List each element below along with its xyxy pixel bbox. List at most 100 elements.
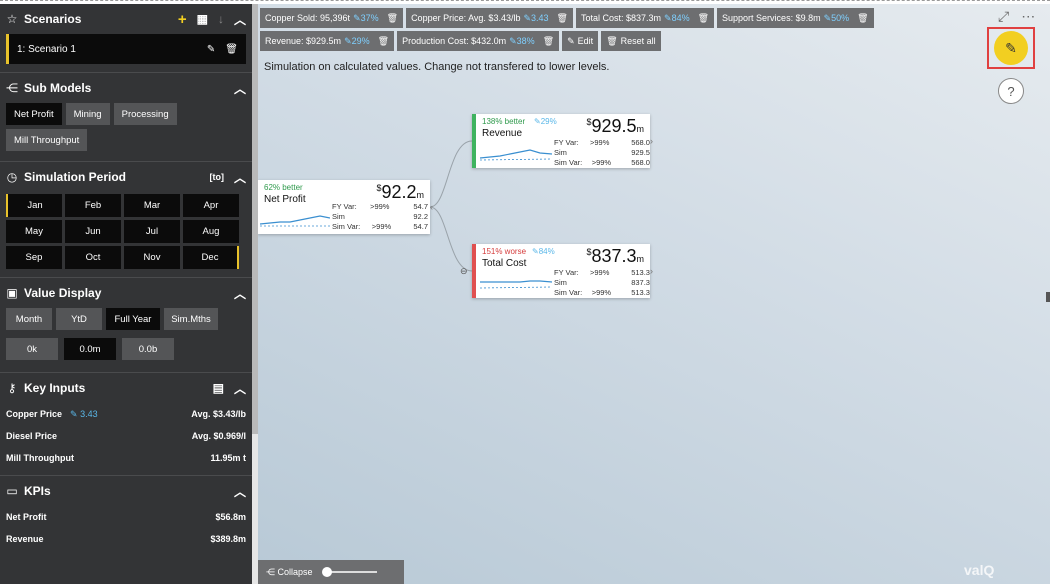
simulation-period-title: Simulation Period <box>24 170 127 184</box>
scenarios-section: ☆ Scenarios + ▦ ↓ ︿ 1: Scenario 1 ✎ 🗑 <box>0 4 252 73</box>
chevron-up-icon[interactable]: ︿ <box>234 285 246 302</box>
chevron-up-icon[interactable]: ︿ <box>234 380 246 397</box>
node-stats: FY Var: >99% 54.7 Sim 92.2 Sim Var: >99% 54.7 <box>332 202 428 231</box>
kpis-section: ▭ KPIs ︿ Net Profit $56.8m Revenue $389.8… <box>0 476 252 550</box>
share-nodes-icon: ⋲ <box>6 81 18 95</box>
node-value: $929.5m <box>586 116 644 136</box>
month-mar[interactable]: Mar <box>124 194 180 217</box>
value-display-title: Value Display <box>24 286 102 300</box>
collapse-bar[interactable]: ⋲ Collapse <box>258 560 404 584</box>
key-icon: ⚷ <box>7 381 17 395</box>
expand-node-icon[interactable]: › <box>650 136 660 148</box>
simulation-period-header[interactable]: ◷ Simulation Period [to] ︿ <box>6 162 246 192</box>
scenario-item[interactable]: 1: Scenario 1 ✎ 🗑 <box>6 34 246 64</box>
collapse-node-icon[interactable]: ‹ <box>430 202 440 214</box>
pencil-icon[interactable]: ✎ <box>207 44 215 55</box>
node-sparkline <box>260 215 330 227</box>
key-input-label: Diesel Price <box>6 431 58 441</box>
node-total-cost[interactable]: 151% worse ✎84% Total Cost $837.3m FY Va… <box>472 244 650 298</box>
key-input-row[interactable]: Diesel Price Avg. $0.969/l <box>6 425 246 447</box>
valq-logo: valQ <box>964 562 995 578</box>
submodel-net-profit-button[interactable]: Net Profit <box>6 103 62 125</box>
kpi-row: Net Profit $56.8m <box>6 506 246 528</box>
decimal-0-0m-button[interactable]: 0.0m <box>64 338 116 360</box>
notes-icon[interactable]: ▤ <box>213 381 224 395</box>
node-stats: FY Var: >99% 568.0 Sim 929.5 Sim Var: >99% 56… <box>554 138 650 167</box>
node-edit: ✎29% <box>534 117 557 126</box>
kpi-value: $389.8m <box>210 534 246 544</box>
mode-sim-mths-button[interactable]: Sim.Mths <box>164 308 218 330</box>
month-may[interactable]: May <box>6 220 62 243</box>
node-name: Total Cost <box>482 258 527 269</box>
month-sep[interactable]: Sep <box>6 246 62 269</box>
collapse-icon: ⋲ <box>266 566 275 577</box>
key-inputs-header[interactable]: ⚷ Key Inputs ▤ ︿ <box>6 373 246 403</box>
node-sparkline <box>480 280 552 289</box>
chevron-up-icon[interactable]: ︿ <box>234 11 246 28</box>
clock-icon: ◷ <box>6 170 18 184</box>
submodel-processing-button[interactable]: Processing <box>113 103 177 125</box>
sub-models-title: Sub Models <box>24 81 92 95</box>
sidebar: ☆ Scenarios + ▦ ↓ ︿ 1: Scenario 1 ✎ 🗑 ⋲ Su… <box>0 4 252 584</box>
tree-connectors <box>429 140 473 272</box>
kpi-label: Revenue <box>6 534 44 544</box>
range-toggle[interactable]: [to] <box>209 172 224 182</box>
trash-icon[interactable]: 🗑 <box>225 44 238 55</box>
resize-handle[interactable] <box>1046 292 1050 302</box>
node-revenue[interactable]: 138% better ✎29% Revenue $929.5m FY Var:… <box>472 114 650 168</box>
month-feb[interactable]: Feb <box>65 194 121 217</box>
node-value: $837.3m <box>586 246 644 266</box>
month-jul[interactable]: Jul <box>124 220 180 243</box>
month-jun[interactable]: Jun <box>65 220 121 243</box>
add-scenario-icon[interactable]: + <box>178 11 187 28</box>
grid-icon[interactable]: ▦ <box>197 12 208 26</box>
key-input-label: Mill Throughput <box>6 453 74 463</box>
slider-knob[interactable] <box>321 567 332 577</box>
kpi-row: Revenue $389.8m <box>6 528 246 550</box>
decimal-0k-button[interactable]: 0k <box>6 338 58 360</box>
month-grid: Jan Feb Mar Apr May Jun Jul Aug Sep Oct … <box>6 194 246 269</box>
wallet-icon: ▭ <box>6 484 18 498</box>
month-nov[interactable]: Nov <box>124 246 180 269</box>
zoom-slider[interactable] <box>321 567 377 577</box>
node-sparkline <box>480 149 552 161</box>
month-aug[interactable]: Aug <box>183 220 239 243</box>
month-oct[interactable]: Oct <box>65 246 121 269</box>
value-display-section: ▣ Value Display ︿ Month YtD Full Year Sim… <box>0 278 252 373</box>
download-icon[interactable]: ↓ <box>218 12 224 26</box>
chevron-up-icon[interactable]: ︿ <box>234 483 246 500</box>
month-apr[interactable]: Apr <box>183 194 239 217</box>
node-variance: 138% better <box>482 117 526 126</box>
month-dec[interactable]: Dec <box>183 246 239 269</box>
submodel-mining-button[interactable]: Mining <box>65 103 110 125</box>
node-value: $92.2m <box>376 182 424 202</box>
minus-circle-icon[interactable]: ⊖ <box>460 266 470 278</box>
expand-node-icon[interactable]: › <box>650 266 660 278</box>
key-inputs-section: ⚷ Key Inputs ▤ ︿ Copper Price ✎ 3.43 Avg. $… <box>0 373 252 476</box>
mode-month-button[interactable]: Month <box>6 308 52 330</box>
node-stats: FY Var: >99% 513.3 Sim 837.3 Sim Var: >99% 51… <box>554 268 650 297</box>
kpi-value: $56.8m <box>215 512 246 522</box>
value-display-header[interactable]: ▣ Value Display ︿ <box>6 278 246 308</box>
submodel-mill-throughput-button[interactable]: Mill Throughput <box>6 129 88 151</box>
tree-canvas: Copper Sold: 95,396t ✎37% 🗑 Copper Price: … <box>258 4 1050 584</box>
mode-ytd-button[interactable]: YtD <box>56 308 102 330</box>
key-input-row[interactable]: Mill Throughput 11.95m t <box>6 447 246 469</box>
kpis-header[interactable]: ▭ KPIs ︿ <box>6 476 246 506</box>
scenarios-header[interactable]: ☆ Scenarios + ▦ ↓ ︿ <box>6 4 246 34</box>
mode-full-year-button[interactable]: Full Year <box>106 308 160 330</box>
scenario-label: 1: Scenario 1 <box>17 43 76 55</box>
display-icon: ▣ <box>6 286 18 300</box>
chevron-up-icon[interactable]: ︿ <box>234 80 246 97</box>
node-net-profit[interactable]: 62% better Net Profit $92.2m FY Var: >99%… <box>258 180 430 234</box>
kpi-label: Net Profit <box>6 512 47 522</box>
key-input-edit: ✎ 3.43 <box>70 408 98 419</box>
decimal-0-0b-button[interactable]: 0.0b <box>122 338 174 360</box>
chevron-up-icon[interactable]: ︿ <box>234 169 246 186</box>
node-name: Net Profit <box>264 194 306 205</box>
key-input-value: Avg. $0.969/l <box>191 431 246 441</box>
sub-models-section: ⋲ Sub Models ︿ Net Profit Mining Processi… <box>0 73 252 162</box>
month-jan[interactable]: Jan <box>6 194 62 217</box>
sub-models-header[interactable]: ⋲ Sub Models ︿ <box>6 73 246 103</box>
key-input-row[interactable]: Copper Price ✎ 3.43 Avg. $3.43/lb <box>6 403 246 425</box>
